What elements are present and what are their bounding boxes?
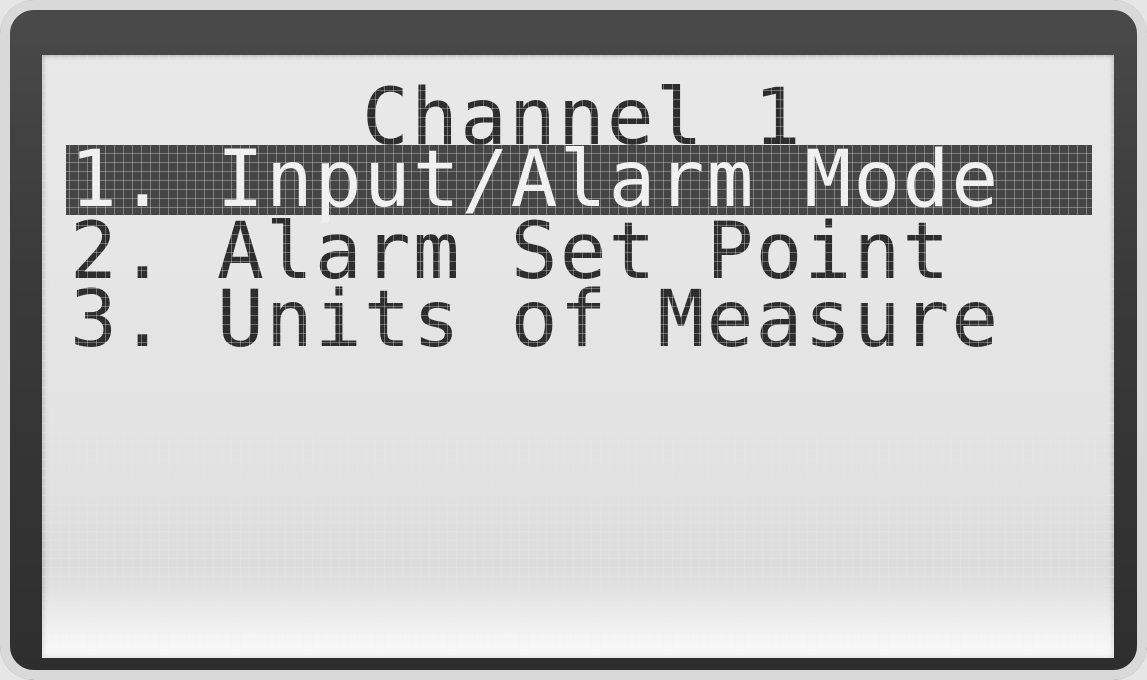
menu-item-units-of-measure[interactable]: 3. Units of Measure xyxy=(66,281,1092,359)
screen-glare xyxy=(42,588,1114,658)
menu-item-input-alarm-mode[interactable]: 1. Input/Alarm Mode xyxy=(66,141,1092,219)
lcd-screen: Channel 1 1. Input/Alarm Mode 2. Alarm S… xyxy=(42,55,1114,658)
